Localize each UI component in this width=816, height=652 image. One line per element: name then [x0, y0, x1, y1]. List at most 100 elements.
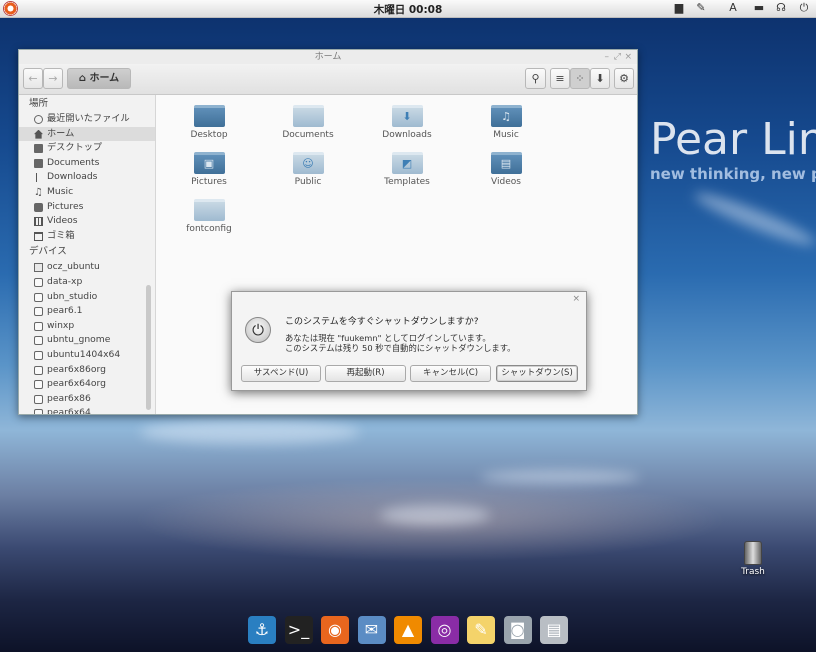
sidebar-item[interactable]: Pictures	[19, 200, 155, 215]
folder-icon: ⬇	[391, 105, 423, 127]
device-item[interactable]: pear6x64	[19, 406, 155, 414]
folder-item[interactable]: ◩ Templates	[372, 152, 442, 187]
minimize-icon[interactable]: –	[605, 50, 610, 64]
sidebar-item-label: Videos	[47, 215, 78, 227]
eye-icon[interactable]: ◎	[430, 616, 459, 644]
device-label: ocz_ubuntu	[47, 261, 100, 273]
film-icon	[34, 217, 43, 227]
home-icon	[34, 129, 43, 139]
grid-view-button[interactable]: ⁘	[570, 68, 590, 89]
sidebar-item[interactable]: ホーム	[19, 126, 155, 142]
folder-item[interactable]: fontconfig	[174, 199, 244, 234]
folder-icon: ☺	[292, 152, 324, 174]
sidebar-item-label: ゴミ箱	[47, 229, 75, 241]
sidebar-item[interactable]: ♫ Music	[19, 185, 155, 200]
device-label: ubntu_gnome	[47, 334, 111, 346]
folder-item[interactable]: ▤ Videos	[471, 152, 541, 187]
back-button[interactable]: ←	[23, 68, 43, 89]
device-item[interactable]: ubn_studio	[19, 290, 155, 305]
device-label: pear6x64org	[47, 378, 106, 390]
list-icon: ≡	[555, 72, 565, 85]
documents-icon	[34, 158, 43, 168]
sidebar-item[interactable]: ゴミ箱	[19, 229, 155, 244]
mail-app-icon[interactable]: ✉	[357, 616, 386, 644]
places-list: 最近開いたファイル ホームデスクトップ Documents Downloads ♫ Mus…	[19, 112, 155, 243]
device-item[interactable]: ubuntu1404x64	[19, 348, 155, 363]
firefox-icon[interactable]: ◉	[321, 616, 349, 644]
clock-icon	[34, 115, 43, 124]
dock: ⚓ >_ ◉ ✉ ▲ ◎ ✎ ◙ ▤	[240, 612, 576, 652]
maximize-icon[interactable]: ⤢	[614, 50, 621, 64]
view-options-button[interactable]: ⬇	[590, 68, 610, 89]
close-icon[interactable]: ×	[624, 50, 632, 64]
cancel-button[interactable]: キャンセル(C)	[410, 365, 491, 382]
suspend-button[interactable]: サスペンド(U)	[241, 365, 321, 382]
settings-button[interactable]: ⚙	[614, 68, 634, 89]
folder-icon: ◩	[391, 152, 423, 174]
arrow-down-icon: ⬇	[595, 72, 605, 85]
network-icon[interactable]: ✎	[694, 2, 708, 14]
sidebar-item-label: Pictures	[47, 200, 84, 212]
anchor-icon[interactable]: ⚓	[248, 616, 276, 644]
vlc-icon[interactable]: ▲	[394, 616, 422, 644]
devices-header: デバイス	[29, 246, 67, 258]
desktop-trash[interactable]: Trash	[733, 541, 773, 577]
drive-app-icon[interactable]: ▤	[540, 616, 568, 644]
sidebar-item-label: Music	[47, 185, 74, 197]
device-label: ubuntu1404x64	[47, 348, 121, 360]
music-icon: ♫	[34, 186, 43, 198]
folder-glyph-icon: ⬇	[402, 110, 412, 123]
sidebar-item[interactable]: Documents	[19, 156, 155, 171]
wallpaper-streak	[691, 186, 816, 252]
folder-glyph-icon: ◩	[401, 157, 413, 170]
device-item[interactable]: data-xp	[19, 275, 155, 290]
folder-icon	[193, 199, 225, 221]
forward-button[interactable]: →	[43, 68, 63, 89]
folder-label: Downloads	[382, 130, 432, 140]
device-item[interactable]: winxp	[19, 319, 155, 334]
shutdown-button[interactable]: シャットダウン(S)	[496, 365, 578, 382]
download-icon	[36, 173, 41, 183]
device-item[interactable]: pear6x86	[19, 392, 155, 407]
device-label: data-xp	[47, 275, 83, 287]
device-item[interactable]: ubntu_gnome	[19, 333, 155, 348]
sidebar-scrollbar[interactable]	[146, 285, 151, 410]
location-home-button[interactable]: ⌂ ホーム	[67, 68, 131, 89]
list-view-button[interactable]: ≡	[550, 68, 570, 89]
restart-button[interactable]: 再起動(R)	[325, 365, 406, 382]
shutdown-dialog: × ⏻ このシステムを今すぐシャットダウンしますか? あなたは現在 "fuuke…	[231, 291, 587, 391]
folder-label: Pictures	[191, 177, 227, 187]
folder-item[interactable]: Documents	[273, 105, 343, 140]
mail-icon[interactable]: ▬	[752, 2, 766, 14]
input-method-icon[interactable]: A	[726, 2, 740, 14]
sidebar-item[interactable]: Downloads	[19, 170, 155, 185]
monitor-icon[interactable]: ▆	[672, 2, 686, 14]
folder-item[interactable]: ▣ Pictures	[174, 152, 244, 187]
drive-icon	[34, 380, 43, 390]
device-item[interactable]: pear6.1	[19, 304, 155, 319]
folder-item[interactable]: ⬇ Downloads	[372, 105, 442, 140]
search-button[interactable]: ⚲	[525, 68, 546, 89]
search-icon: ⚲	[531, 72, 540, 85]
audio-icon[interactable]: ☊	[774, 2, 788, 14]
folder-item[interactable]: ♫ Music	[471, 105, 541, 140]
sidebar-item-label: ホーム	[47, 127, 75, 139]
sidebar-item[interactable]: 最近開いたファイル	[19, 112, 155, 127]
text-editor-icon[interactable]: ✎	[467, 616, 495, 644]
device-item[interactable]: pear6x64org	[19, 377, 155, 392]
folder-item[interactable]: ☺ Public	[273, 152, 343, 187]
drive-icon	[34, 365, 43, 375]
window-titlebar[interactable]: ホーム – ⤢ ×	[19, 50, 637, 64]
dialog-close-icon[interactable]: ×	[572, 294, 580, 304]
terminal-icon[interactable]: >_	[284, 616, 313, 644]
sidebar-item[interactable]: Videos	[19, 214, 155, 229]
wallpaper-cloud	[380, 505, 490, 525]
camera-app-icon[interactable]: ◙	[503, 616, 532, 644]
folder-item[interactable]: Desktop	[174, 105, 244, 140]
sidebar-item[interactable]: デスクトップ	[19, 141, 155, 156]
device-label: winxp	[47, 319, 75, 331]
power-icon[interactable]: ⏻	[797, 2, 811, 14]
device-item[interactable]: ocz_ubuntu	[19, 260, 155, 275]
drive-icon	[34, 409, 43, 414]
device-item[interactable]: pear6x86org	[19, 363, 155, 378]
